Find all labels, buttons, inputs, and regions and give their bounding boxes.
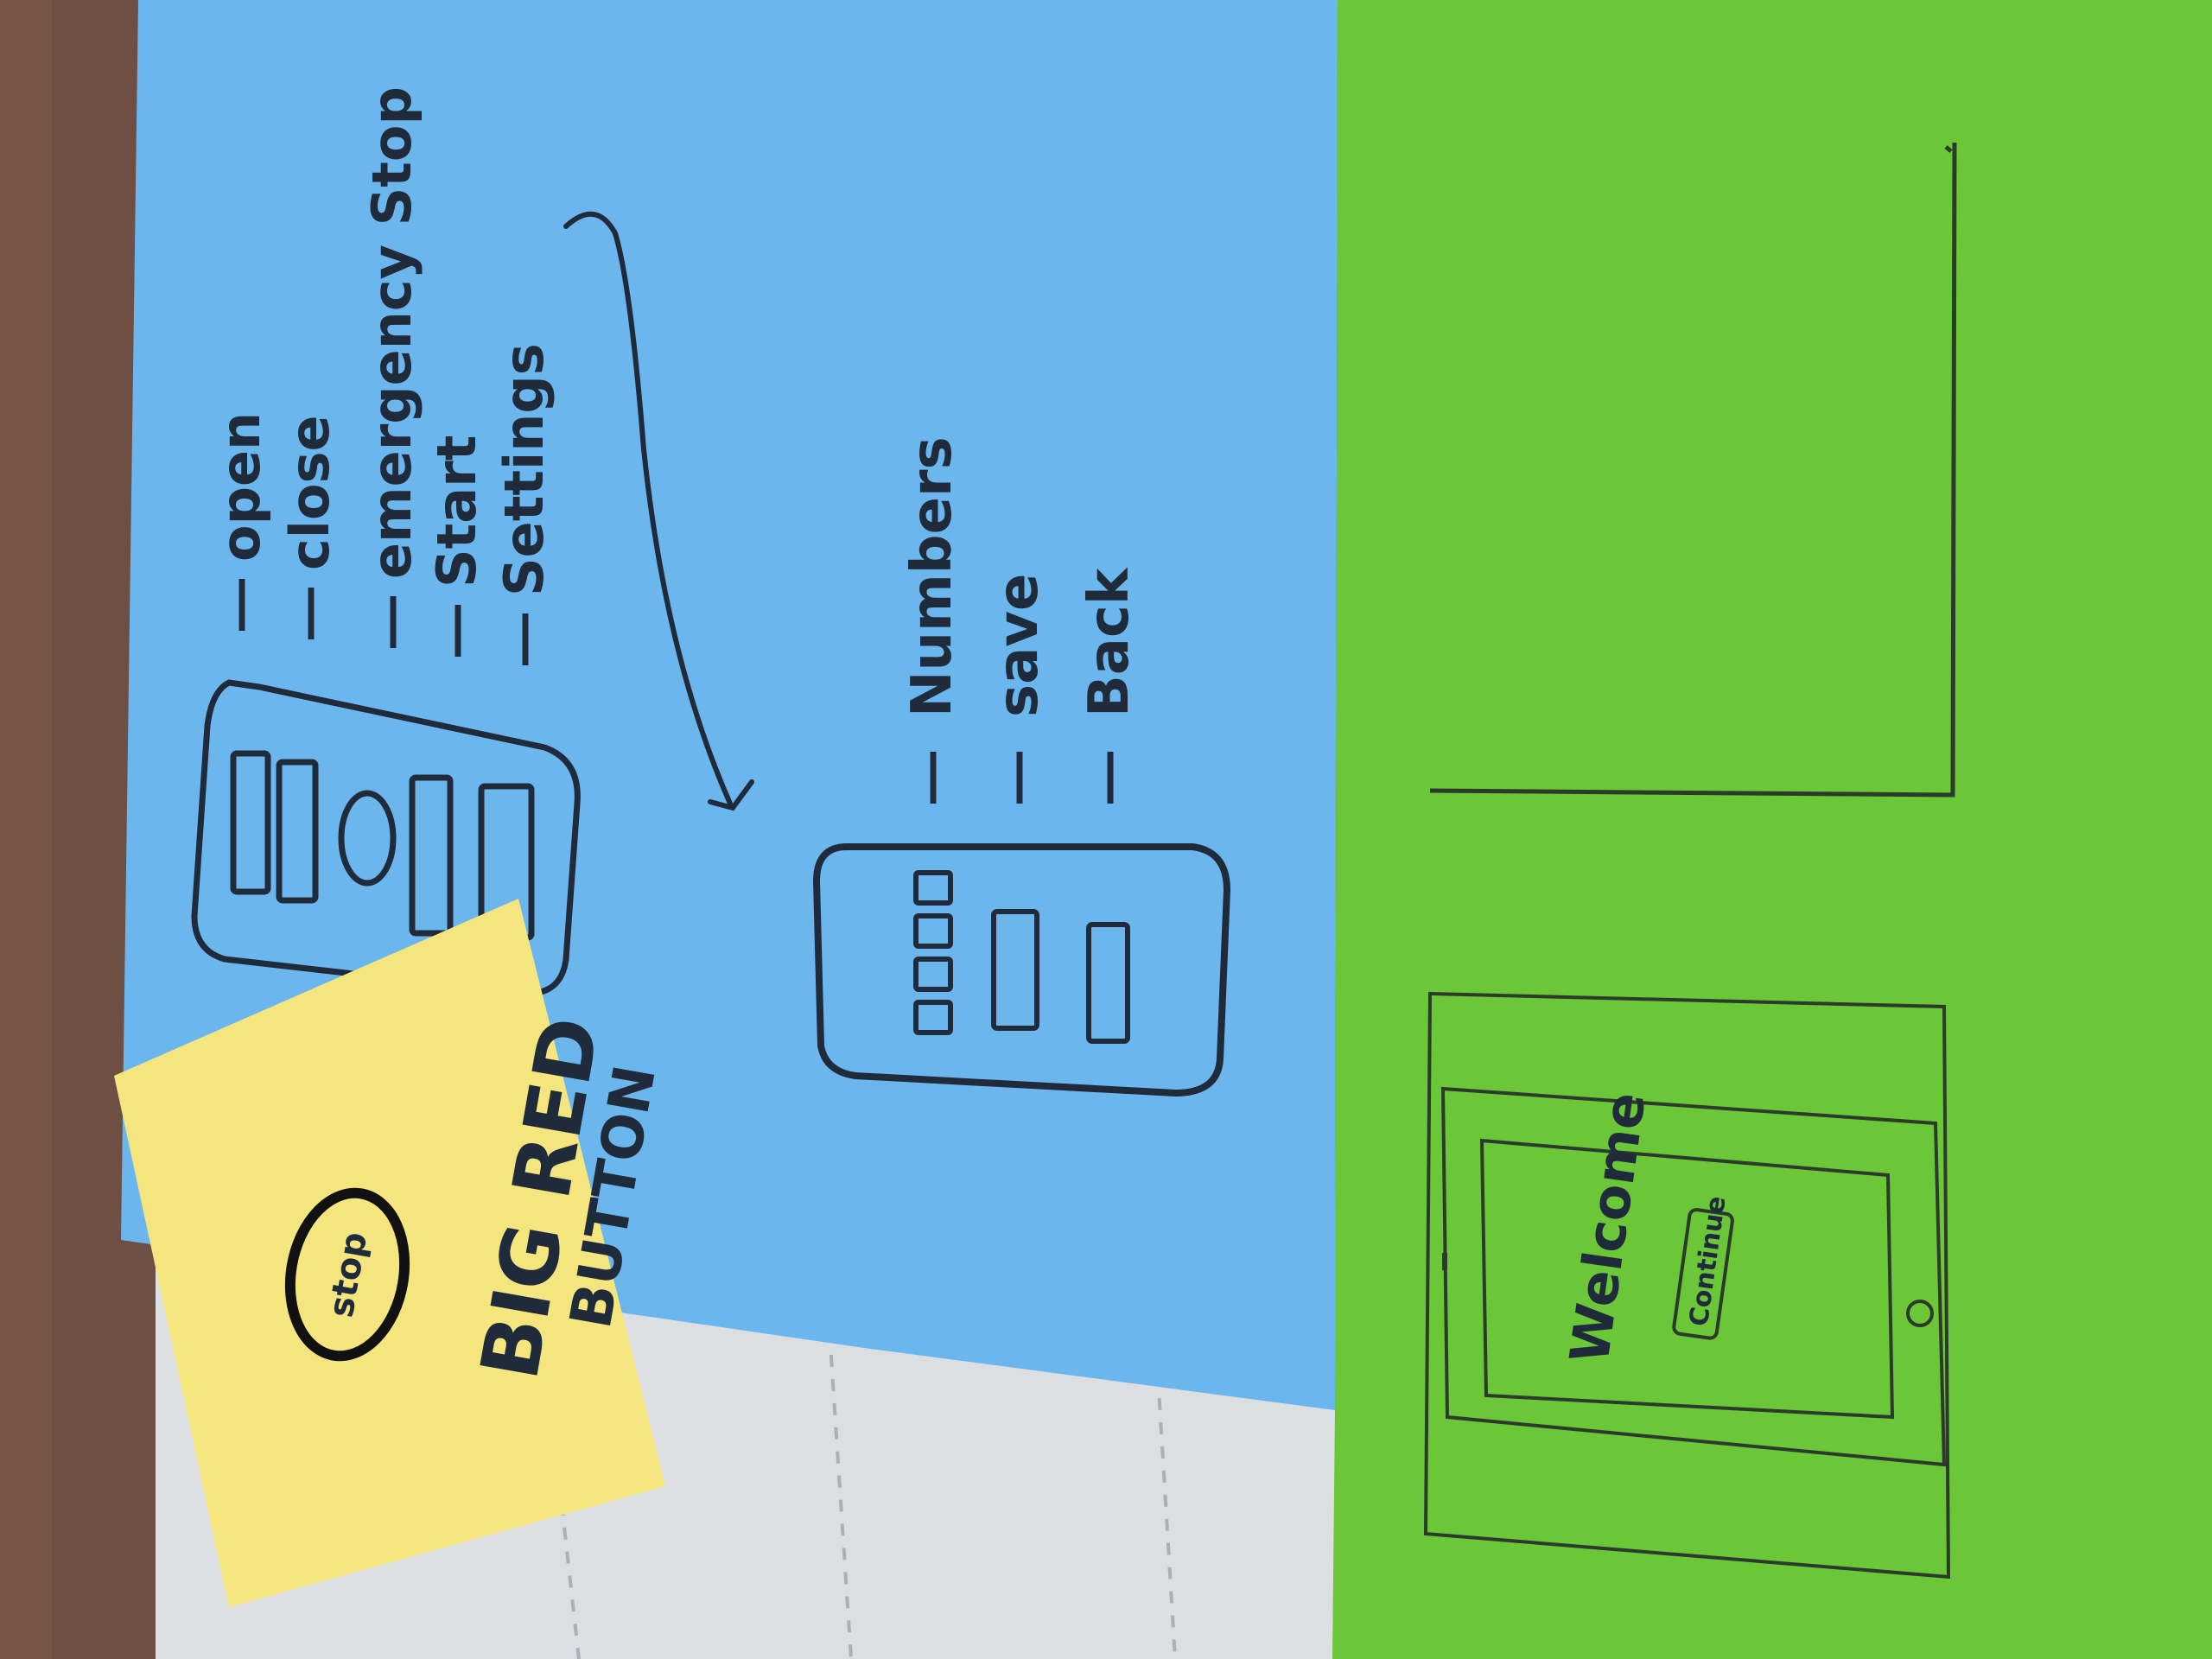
menu-item-emergency-stop: emergency Stop (360, 86, 423, 648)
svg-text:Numbers: Numbers (900, 436, 964, 717)
svg-text:close: close (278, 415, 341, 570)
svg-text:Back: Back (1077, 567, 1141, 717)
table-edge-shadow (0, 0, 52, 1659)
svg-text:save: save (987, 574, 1051, 717)
svg-text:open: open (209, 412, 272, 562)
svg-text:Start: Start (425, 435, 488, 588)
svg-text:Settings: Settings (493, 343, 556, 596)
green-sheet: Welcome Continue (1332, 0, 2212, 1659)
svg-text:emergency Stop: emergency Stop (360, 86, 423, 579)
photo-scene: open close emergency Stop Start Settings (0, 0, 2212, 1659)
